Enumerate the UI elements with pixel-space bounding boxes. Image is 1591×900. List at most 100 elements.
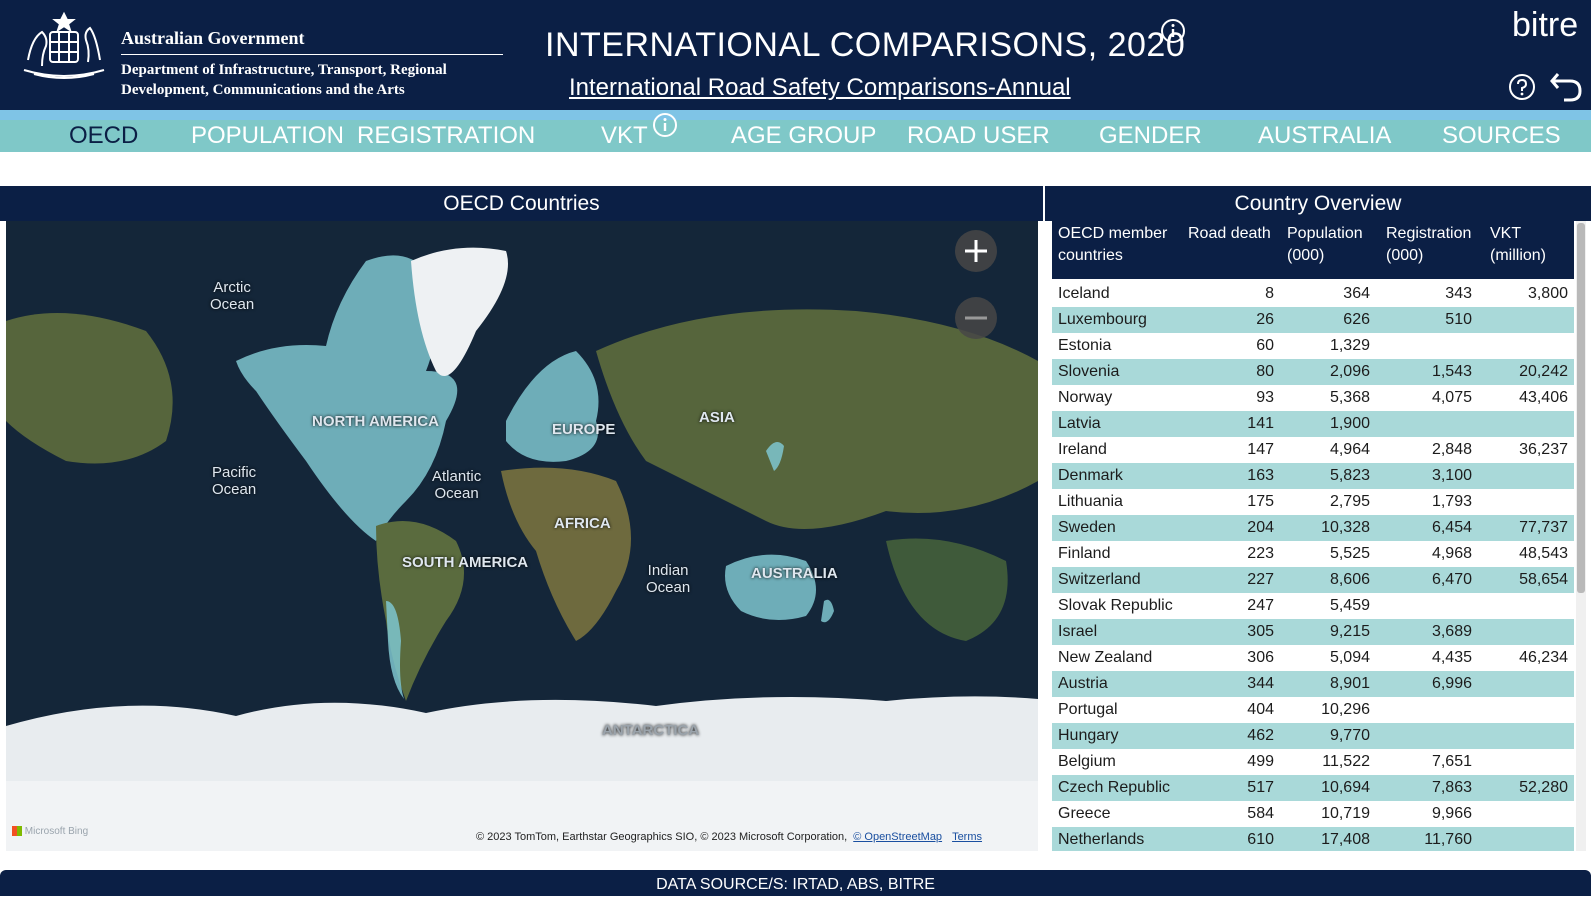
terms-link[interactable]: Terms	[952, 831, 982, 843]
tab-gender[interactable]: GENDER	[1099, 120, 1202, 152]
col-header-population[interactable]: Population (000)	[1287, 223, 1377, 267]
cell-country: Latvia	[1058, 415, 1101, 432]
country-overview-table[interactable]: OECD member countries Road death Populat…	[1052, 221, 1574, 851]
zoom-in-button[interactable]	[955, 230, 997, 272]
africa-label: AFRICA	[554, 515, 611, 532]
cell-road-death: 499	[1247, 753, 1274, 770]
scrollbar-thumb[interactable]	[1577, 223, 1585, 593]
cell-road-death: 175	[1247, 493, 1274, 510]
cell-country: New Zealand	[1058, 649, 1153, 666]
cell-registration: 7,651	[1431, 753, 1472, 770]
cell-road-death: 147	[1247, 441, 1274, 458]
data-source-footer: DATA SOURCE/S: IRTAD, ABS, BITRE	[0, 870, 1591, 896]
table-row[interactable]: Hungary 462 9,770	[1052, 723, 1574, 749]
table-row[interactable]: Slovenia 80 2,096 1,543 20,242	[1052, 359, 1574, 385]
table-row[interactable]: Israel 305 9,215 3,689	[1052, 619, 1574, 645]
antarctica-label: ANTARCTICA	[602, 722, 700, 739]
back-arrow-icon[interactable]	[1548, 68, 1584, 104]
cell-population: 1,900	[1329, 415, 1370, 432]
cell-population: 8,606	[1329, 571, 1370, 588]
table-row[interactable]: Slovak Republic 247 5,459	[1052, 593, 1574, 619]
tab-australia[interactable]: AUSTRALIA	[1258, 120, 1391, 152]
south-america-label: SOUTH AMERICA	[402, 554, 529, 571]
tab-registration[interactable]: REGISTRATION	[357, 120, 535, 152]
table-row[interactable]: Switzerland 227 8,606 6,470 58,654	[1052, 567, 1574, 593]
cell-country: Estonia	[1058, 337, 1112, 354]
report-link[interactable]: International Road Safety Comparisons-An…	[569, 74, 1071, 102]
cell-road-death: 305	[1247, 623, 1274, 640]
col-header-vkt[interactable]: VKT (million)	[1490, 223, 1570, 267]
tab-vkt[interactable]: VKT	[601, 120, 648, 152]
col-header-registration[interactable]: Registration (000)	[1386, 223, 1484, 267]
table-row[interactable]: Denmark 163 5,823 3,100	[1052, 463, 1574, 489]
cell-road-death: 584	[1247, 805, 1274, 822]
openstreetmap-link[interactable]: © OpenStreetMap	[853, 831, 942, 843]
cell-vkt: 58,654	[1519, 571, 1568, 588]
tab-population[interactable]: POPULATION	[191, 120, 344, 152]
cell-road-death: 517	[1247, 779, 1274, 796]
australia-label: AUSTRALIA	[751, 565, 838, 582]
microsoft-logo-icon	[12, 826, 22, 837]
table-row[interactable]: Iceland 8 364 343 3,800	[1052, 281, 1574, 307]
tab-oecd[interactable]: OECD	[69, 120, 138, 152]
col-header-country[interactable]: OECD member countries	[1058, 223, 1178, 267]
cell-registration: 7,863	[1431, 779, 1472, 796]
cell-registration: 6,454	[1431, 519, 1472, 536]
cell-population: 9,215	[1329, 623, 1370, 640]
cell-vkt: 48,543	[1519, 545, 1568, 562]
cell-road-death: 60	[1256, 337, 1274, 354]
table-row[interactable]: Luxembourg 26 626 510	[1052, 307, 1574, 333]
table-row[interactable]: Portugal 404 10,296	[1052, 697, 1574, 723]
table-row[interactable]: Netherlands 610 17,408 11,760	[1052, 827, 1574, 851]
cell-country: Lithuania	[1058, 493, 1123, 510]
cell-country: Finland	[1058, 545, 1111, 562]
nav-accent-strip	[0, 110, 1591, 120]
tab-sources[interactable]: SOURCES	[1442, 120, 1561, 152]
table-row[interactable]: Greece 584 10,719 9,966	[1052, 801, 1574, 827]
cell-population: 626	[1343, 311, 1370, 328]
zoom-out-button[interactable]	[955, 297, 997, 339]
info-icon[interactable]	[1160, 18, 1186, 44]
cell-road-death: 227	[1247, 571, 1274, 588]
cell-road-death: 141	[1247, 415, 1274, 432]
header-divider	[121, 54, 503, 55]
table-row[interactable]: Latvia 141 1,900	[1052, 411, 1574, 437]
cell-population: 364	[1343, 285, 1370, 302]
table-row[interactable]: Sweden 204 10,328 6,454 77,737	[1052, 515, 1574, 541]
cell-country: Israel	[1058, 623, 1098, 640]
tab-age-group[interactable]: AGE GROUP	[731, 120, 876, 152]
vkt-info-icon[interactable]	[652, 112, 678, 138]
cell-country: Iceland	[1058, 285, 1110, 302]
cell-vkt: 46,234	[1519, 649, 1568, 666]
cell-population: 5,525	[1329, 545, 1370, 562]
table-row[interactable]: Austria 344 8,901 6,996	[1052, 671, 1574, 697]
table-row[interactable]: Norway 93 5,368 4,075 43,406	[1052, 385, 1574, 411]
tab-road-user[interactable]: ROAD USER	[907, 120, 1050, 152]
table-row[interactable]: New Zealand 306 5,094 4,435 46,234	[1052, 645, 1574, 671]
cell-population: 9,770	[1329, 727, 1370, 744]
pacific-ocean-label: Pacific Ocean	[212, 464, 257, 498]
cell-registration: 4,075	[1431, 389, 1472, 406]
cell-registration: 2,848	[1431, 441, 1472, 458]
page-title: INTERNATIONAL COMPARISONS, 2020	[545, 26, 1186, 64]
table-row[interactable]: Ireland 147 4,964 2,848 36,237	[1052, 437, 1574, 463]
cell-registration: 1,793	[1431, 493, 1472, 510]
cell-population: 5,094	[1329, 649, 1370, 666]
europe-label: EUROPE	[552, 421, 616, 438]
cell-population: 5,823	[1329, 467, 1370, 484]
cell-registration: 4,968	[1431, 545, 1472, 562]
world-map[interactable]: Arctic Ocean NORTH AMERICA EUROPE ASIA P…	[6, 221, 1038, 851]
cell-country: Switzerland	[1058, 571, 1141, 588]
table-row[interactable]: Czech Republic 517 10,694 7,863 52,280	[1052, 775, 1574, 801]
cell-population: 10,296	[1321, 701, 1370, 718]
table-header: OECD member countries Road death Populat…	[1052, 221, 1574, 279]
cell-registration: 3,100	[1431, 467, 1472, 484]
help-icon[interactable]	[1508, 73, 1536, 101]
map-attribution: © 2023 TomTom, Earthstar Geographics SIO…	[476, 831, 983, 843]
col-header-road-death[interactable]: Road death	[1188, 223, 1280, 245]
table-row[interactable]: Finland 223 5,525 4,968 48,543	[1052, 541, 1574, 567]
table-row[interactable]: Lithuania 175 2,795 1,793	[1052, 489, 1574, 515]
table-row[interactable]: Estonia 60 1,329	[1052, 333, 1574, 359]
table-row[interactable]: Belgium 499 11,522 7,651	[1052, 749, 1574, 775]
north-america-label: NORTH AMERICA	[312, 413, 439, 430]
